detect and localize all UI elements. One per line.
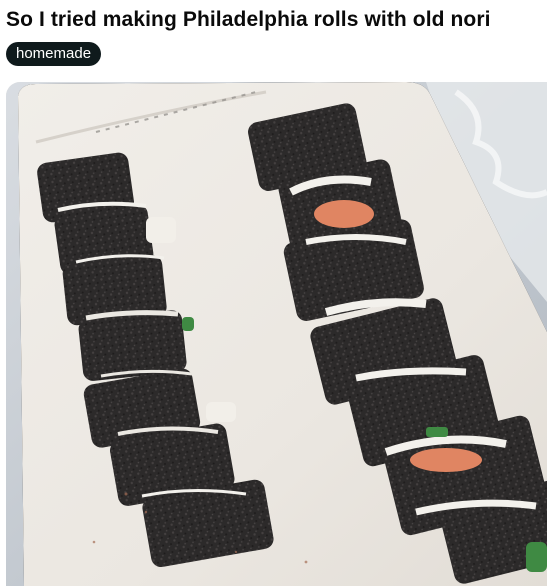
- sushi-photo: [6, 82, 547, 586]
- flair-badge[interactable]: homemade: [6, 42, 102, 66]
- post-image[interactable]: [6, 82, 547, 586]
- post-title[interactable]: So I tried making Philadelphia rolls wit…: [6, 8, 491, 32]
- post-container: So I tried making Philadelphia rolls wit…: [0, 0, 547, 586]
